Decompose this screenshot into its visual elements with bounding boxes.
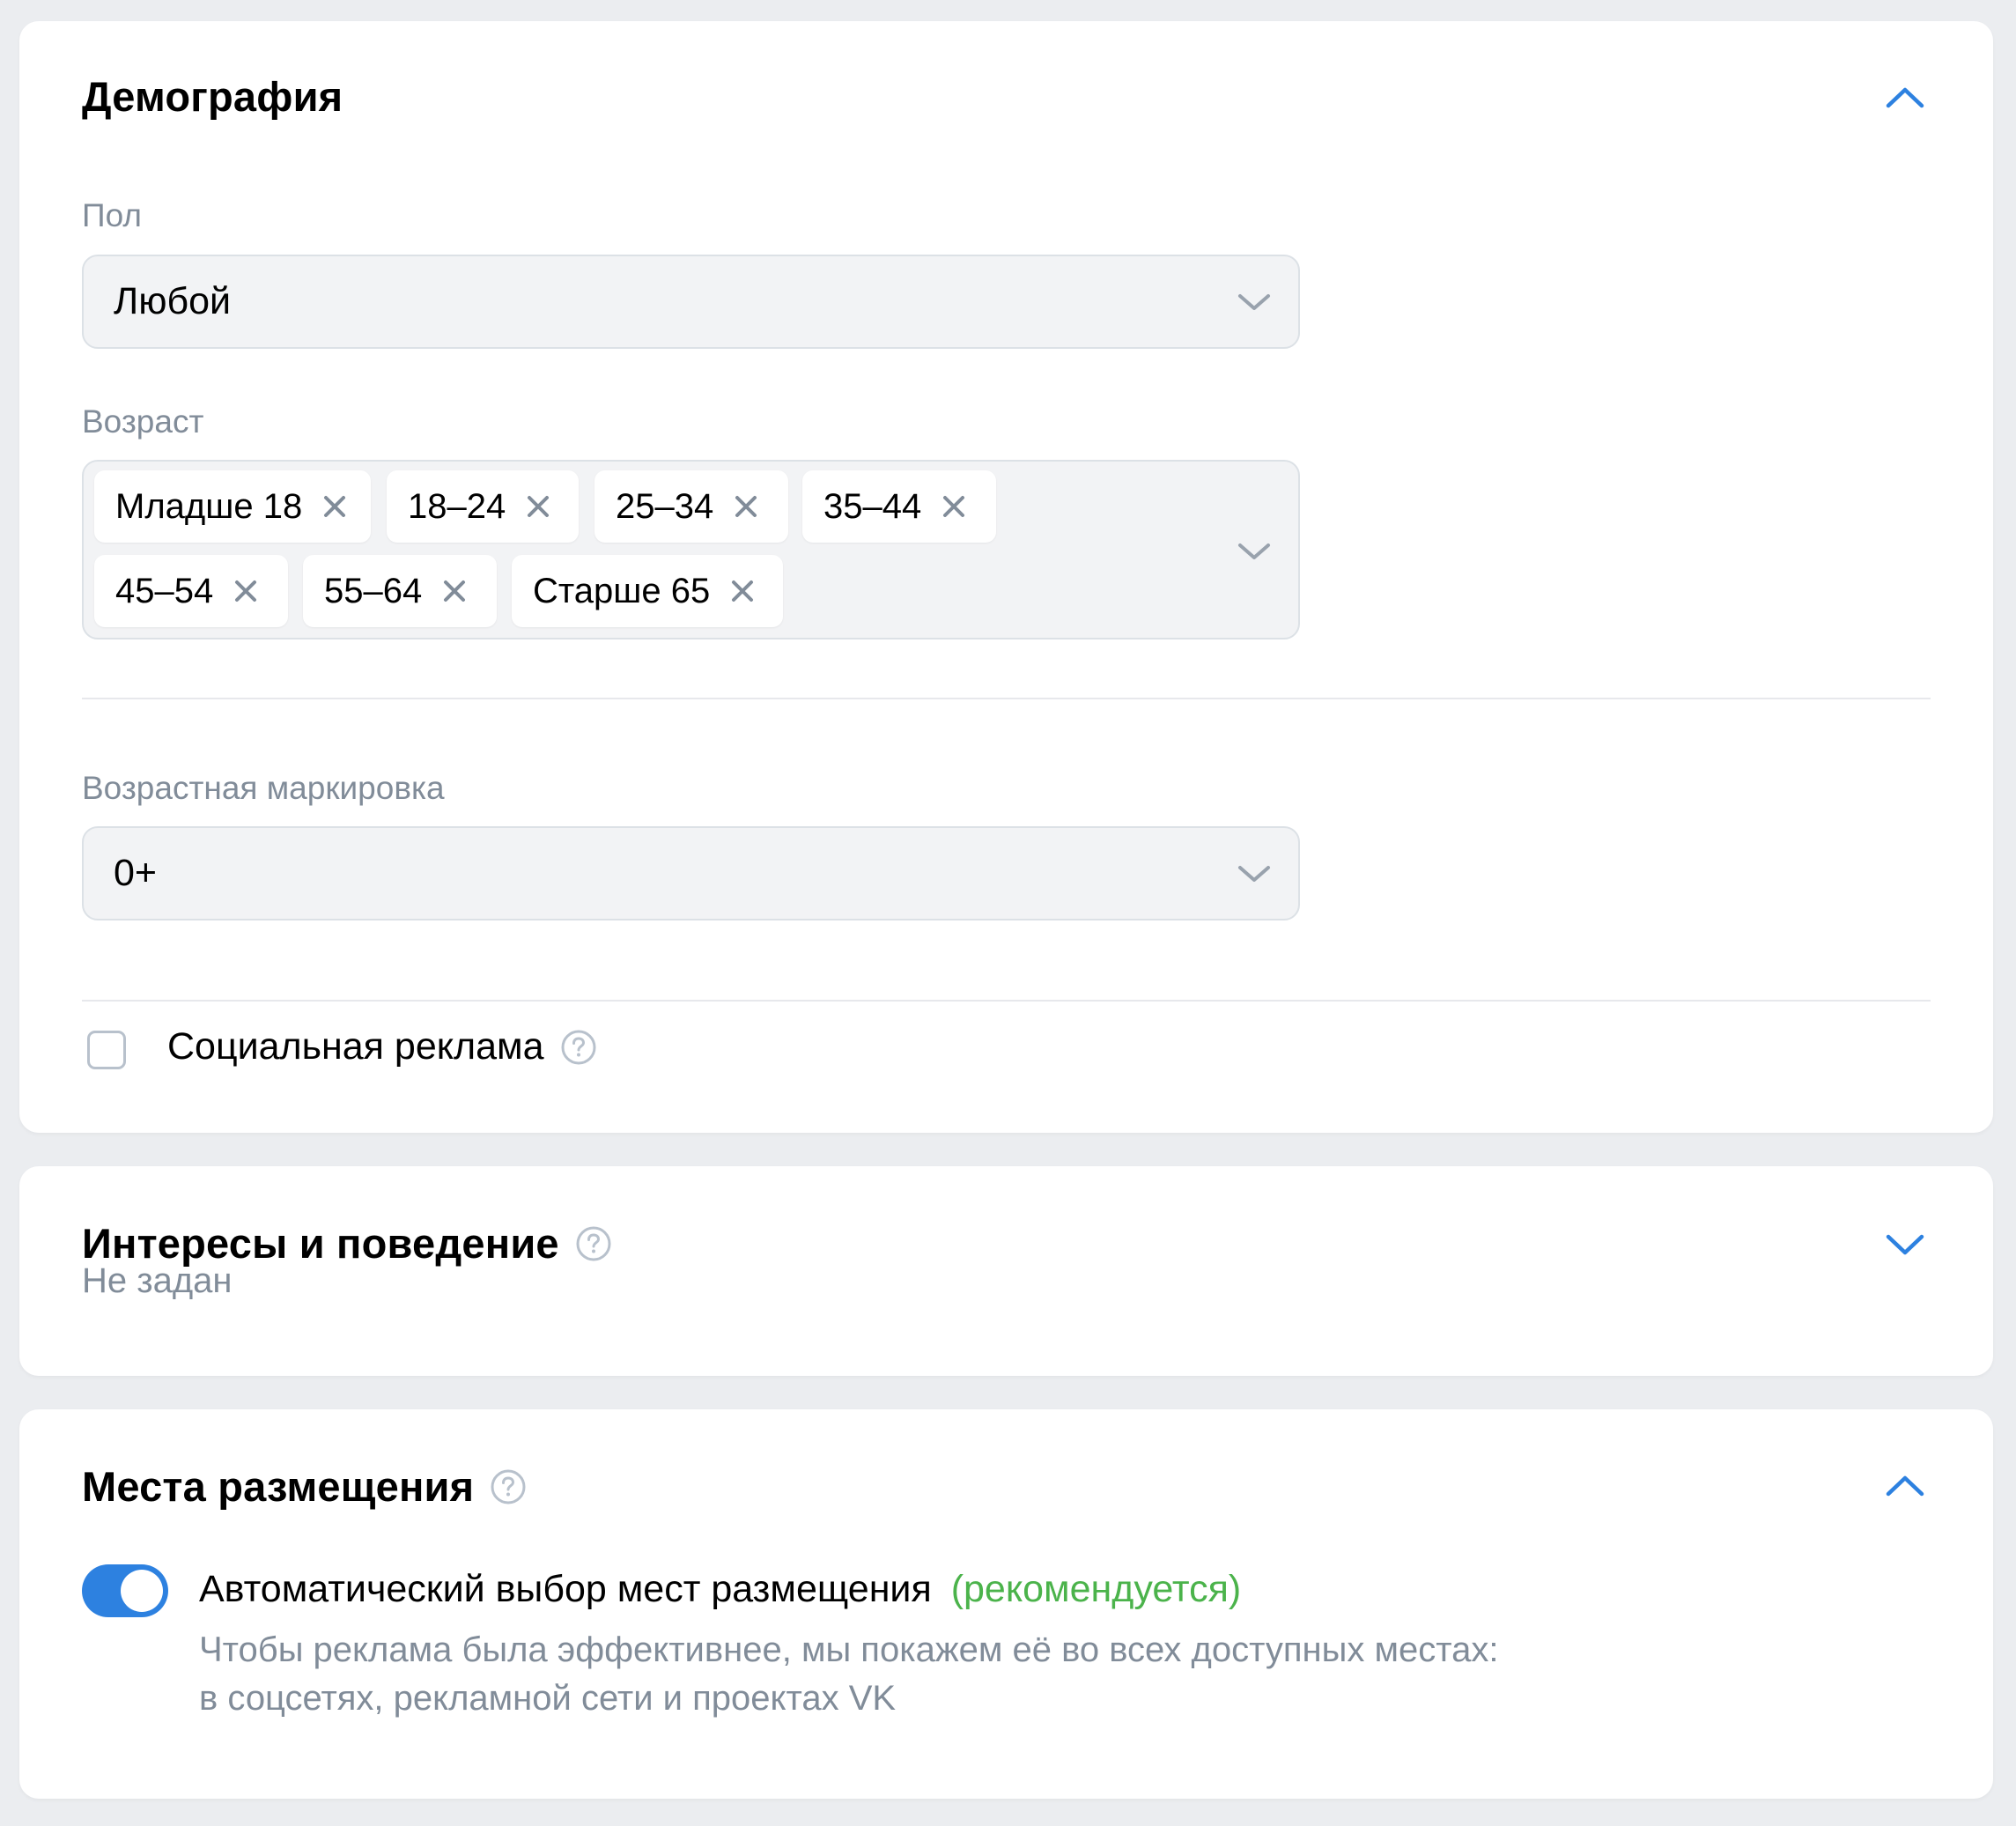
age-chip: 25–34 bbox=[594, 470, 788, 543]
auto-placement-toggle[interactable] bbox=[82, 1564, 168, 1617]
interests-title-text: Интересы и поведение bbox=[82, 1220, 559, 1267]
close-icon[interactable] bbox=[231, 576, 261, 606]
age-chip: Старше 65 bbox=[512, 555, 783, 627]
placements-card: Места размещения Автоматический выбор ме… bbox=[19, 1409, 1993, 1799]
social-ad-label[interactable]: Социальная реклама bbox=[167, 1025, 544, 1068]
auto-placement-description: Чтобы реклама была эффективнее, мы покаж… bbox=[199, 1626, 1714, 1723]
gender-select[interactable]: Любой bbox=[82, 255, 1300, 349]
age-rating-select[interactable]: 0+ bbox=[82, 826, 1300, 920]
close-icon[interactable] bbox=[731, 492, 761, 521]
close-icon[interactable] bbox=[939, 492, 969, 521]
close-icon[interactable] bbox=[523, 492, 553, 521]
chevron-down-icon bbox=[1238, 865, 1270, 882]
chevron-up-icon bbox=[1886, 87, 1924, 108]
chevron-down-icon bbox=[1886, 1234, 1924, 1255]
help-icon[interactable] bbox=[490, 1468, 527, 1505]
interests-title: Интересы и поведение bbox=[82, 1219, 612, 1268]
chevron-up-icon bbox=[1886, 1475, 1924, 1497]
age-chip-label: Старше 65 bbox=[533, 571, 711, 610]
divider bbox=[82, 698, 1931, 699]
age-chip-label: 18–24 bbox=[408, 486, 506, 526]
age-chip-label: 35–44 bbox=[823, 486, 922, 526]
demography-collapse-button[interactable] bbox=[1880, 72, 1930, 122]
recommended-badge: (рекомендуется) bbox=[950, 1568, 1242, 1610]
age-chip-label: Младше 18 bbox=[115, 486, 303, 526]
interests-subtitle: Не задан bbox=[82, 1261, 233, 1300]
gender-label: Пол bbox=[82, 197, 142, 233]
age-chip-label: 25–34 bbox=[616, 486, 714, 526]
age-chip-label: 55–64 bbox=[324, 571, 423, 610]
age-chip: 45–54 bbox=[94, 555, 288, 627]
demography-title: Демография bbox=[82, 73, 343, 120]
placements-title-text: Места размещения bbox=[82, 1463, 475, 1510]
chevron-down-icon bbox=[1238, 543, 1270, 559]
age-chip: 55–64 bbox=[303, 555, 497, 627]
age-rating-select-value: 0+ bbox=[114, 852, 158, 894]
age-chip: 35–44 bbox=[802, 470, 996, 543]
description-line: в соцсетях, рекламной сети и проектах VK bbox=[199, 1679, 897, 1718]
toggle-knob bbox=[121, 1570, 163, 1612]
demography-card: Демография Пол Любой Возраст Младше 18 1… bbox=[19, 21, 1993, 1133]
age-chip: 18–24 bbox=[387, 470, 579, 543]
gender-select-value: Любой bbox=[114, 280, 232, 322]
close-icon[interactable] bbox=[439, 576, 469, 606]
help-icon[interactable] bbox=[560, 1029, 597, 1066]
placements-collapse-button[interactable] bbox=[1880, 1460, 1930, 1510]
auto-placement-label-text: Автоматический выбор мест размещения bbox=[199, 1568, 932, 1610]
placements-title: Места размещения bbox=[82, 1462, 527, 1511]
interests-expand-button[interactable] bbox=[1880, 1221, 1930, 1270]
close-icon[interactable] bbox=[320, 492, 350, 521]
close-icon[interactable] bbox=[727, 576, 757, 606]
age-chip: Младше 18 bbox=[94, 470, 371, 543]
age-label: Возраст bbox=[82, 403, 204, 440]
social-ad-checkbox[interactable] bbox=[87, 1031, 126, 1069]
age-chip-label: 45–54 bbox=[115, 571, 214, 610]
auto-placement-label: Автоматический выбор мест размещения (ре… bbox=[199, 1568, 1241, 1611]
chevron-down-icon bbox=[1238, 293, 1270, 310]
age-rating-label: Возрастная маркировка bbox=[82, 770, 445, 806]
interests-card[interactable]: Интересы и поведение Не задан bbox=[19, 1166, 1993, 1376]
description-line: Чтобы реклама была эффективнее, мы покаж… bbox=[199, 1630, 1499, 1669]
age-multiselect[interactable]: Младше 18 18–24 25–34 35–44 45–54 55–64 … bbox=[82, 460, 1300, 639]
social-ad-option: Социальная реклама bbox=[167, 1025, 597, 1068]
divider bbox=[82, 1000, 1931, 1002]
help-icon[interactable] bbox=[575, 1225, 612, 1262]
